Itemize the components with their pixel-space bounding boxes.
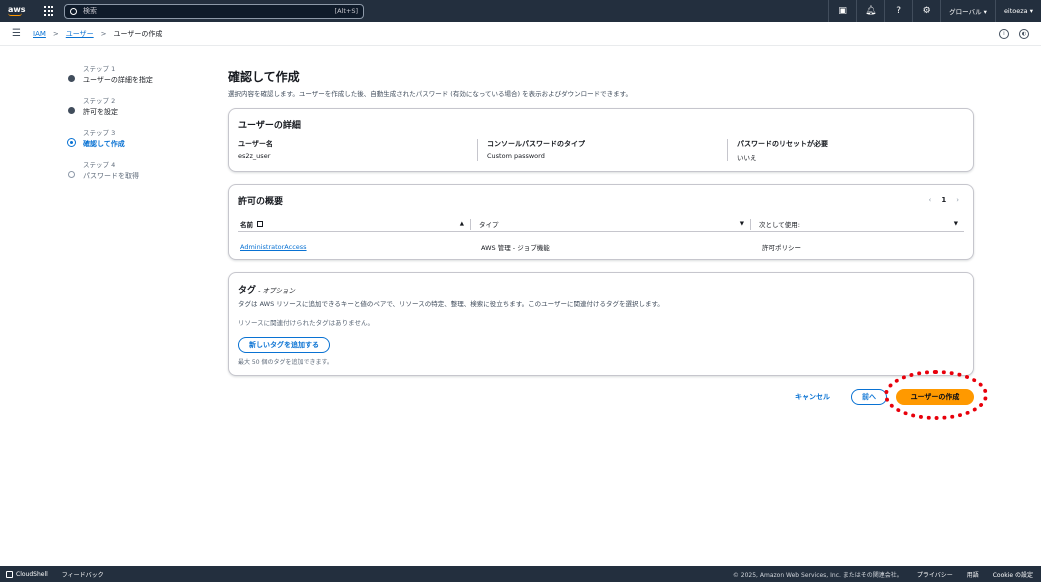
copyright-text: © 2025, Amazon Web Services, Inc. またはその関… bbox=[732, 571, 903, 579]
breadcrumb-current: ユーザーの作成 bbox=[113, 29, 163, 38]
password-type-field: コンソールパスワードのタイプ Custom password bbox=[477, 139, 585, 161]
breadcrumb-separator: > bbox=[100, 29, 107, 38]
tags-title: タグ - オプション bbox=[238, 286, 295, 296]
step-3[interactable]: ステップ 3 確認して作成 bbox=[66, 126, 206, 158]
column-header-name[interactable]: 名前 ▲ bbox=[238, 217, 470, 232]
tags-empty-text: リソースに関連付けられたタグはありません。 bbox=[238, 319, 374, 327]
breadcrumb: IAM > ユーザー > ユーザーの作成 bbox=[33, 29, 162, 39]
username-field: ユーザー名 es2z_user bbox=[238, 140, 273, 160]
permissions-summary-card: 許可の概要 ‹ 1 › 名前 ▲ タイプ ▼ 次として使用: ▼ Adminis… bbox=[228, 184, 974, 260]
policy-used-as: 許可ポリシー bbox=[762, 244, 801, 252]
cancel-button[interactable]: キャンセル bbox=[795, 392, 830, 402]
breadcrumb-separator: > bbox=[52, 29, 59, 38]
sort-asc-icon[interactable]: ▲ bbox=[460, 221, 464, 227]
user-details-title: ユーザーの詳細 bbox=[238, 121, 301, 131]
sort-desc-icon[interactable]: ▼ bbox=[954, 221, 958, 227]
external-link-icon bbox=[257, 221, 263, 227]
help-icon[interactable]: ? bbox=[884, 0, 912, 22]
step-done-icon bbox=[68, 107, 75, 114]
password-reset-field: パスワードのリセットが必要 いいえ bbox=[727, 139, 828, 162]
breadcrumb-users[interactable]: ユーザー bbox=[66, 29, 94, 39]
step-2[interactable]: ステップ 2 許可を設定 bbox=[66, 94, 206, 126]
tags-card: タグ - オプション タグは AWS リソースに追加できるキーと値のペアで、リソ… bbox=[228, 272, 974, 376]
add-tag-button[interactable]: 新しいタグを追加する bbox=[238, 337, 330, 353]
wizard-actions: キャンセル 前へ ユーザーの作成 bbox=[0, 389, 1041, 407]
step-pending-icon bbox=[68, 171, 75, 178]
policy-type: AWS 管理 - ジョブ機能 bbox=[481, 244, 550, 252]
column-header-type[interactable]: タイプ ▼ bbox=[470, 218, 750, 230]
breadcrumb-iam[interactable]: IAM bbox=[33, 30, 46, 38]
menu-icon[interactable]: ☰ bbox=[12, 28, 21, 39]
feedback-link[interactable]: フィードバック bbox=[62, 570, 104, 579]
account-menu[interactable]: eitoeza ▾ bbox=[994, 0, 1041, 22]
policy-link[interactable]: AdministratorAccess bbox=[238, 243, 479, 251]
cloudshell-link[interactable]: CloudShell bbox=[6, 570, 48, 578]
create-user-button[interactable]: ユーザーの作成 bbox=[896, 389, 974, 405]
pagination: ‹ 1 › bbox=[929, 196, 960, 204]
page-number[interactable]: 1 bbox=[941, 196, 946, 204]
aws-logo[interactable]: aws bbox=[8, 6, 30, 16]
top-navigation: aws 検索 [Alt+S] ▣ 🔔︎ ? ⚙ グローバル ▾ eitoeza … bbox=[0, 0, 1041, 22]
cloudshell-icon bbox=[6, 570, 13, 578]
page-title: 確認して作成 bbox=[228, 70, 300, 84]
search-shortcut: [Alt+S] bbox=[334, 7, 358, 15]
bell-icon[interactable]: 🔔︎ bbox=[856, 0, 884, 22]
page-description: 選択内容を確認します。ユーザーを作成した後、自動生成されたパスワード (有効にな… bbox=[228, 90, 632, 98]
region-menu[interactable]: グローバル ▾ bbox=[940, 0, 995, 22]
search-icon bbox=[70, 7, 77, 15]
gear-icon[interactable]: ⚙ bbox=[912, 0, 940, 22]
wizard-steps: ステップ 1 ユーザーの詳細を指定 ステップ 2 許可を設定 ステップ 3 確認… bbox=[66, 62, 206, 190]
step-1[interactable]: ステップ 1 ユーザーの詳細を指定 bbox=[66, 62, 206, 94]
step-4: ステップ 4 パスワードを取得 bbox=[66, 158, 206, 190]
footer-bar: CloudShell フィードバック © 2025, Amazon Web Se… bbox=[0, 566, 1041, 582]
step-current-icon bbox=[67, 138, 76, 147]
table-row: AdministratorAccess AWS 管理 - ジョブ機能 許可ポリシ… bbox=[238, 240, 964, 254]
search-placeholder: 検索 bbox=[83, 7, 97, 15]
step-done-icon bbox=[68, 75, 75, 82]
tags-limit-text: 最大 50 個のタグを追加できます。 bbox=[238, 359, 333, 366]
previous-button[interactable]: 前へ bbox=[851, 389, 887, 405]
sort-desc-icon[interactable]: ▼ bbox=[740, 221, 744, 227]
next-page-icon[interactable]: › bbox=[956, 196, 959, 204]
services-grid-icon[interactable] bbox=[44, 6, 54, 16]
table-header: 名前 ▲ タイプ ▼ 次として使用: ▼ bbox=[238, 217, 964, 232]
search-input[interactable]: 検索 [Alt+S] bbox=[64, 3, 364, 19]
terms-link[interactable]: 用語 bbox=[967, 570, 979, 579]
breadcrumb-bar: ☰ IAM > ユーザー > ユーザーの作成 i ◐ bbox=[0, 22, 1041, 46]
info-icon[interactable]: i bbox=[999, 28, 1009, 39]
privacy-link[interactable]: プライバシー bbox=[917, 570, 953, 579]
prev-page-icon[interactable]: ‹ bbox=[929, 196, 932, 204]
cloudshell-icon[interactable]: ▣ bbox=[828, 0, 856, 22]
cookie-settings-link[interactable]: Cookie の設定 bbox=[993, 570, 1033, 579]
tags-description: タグは AWS リソースに追加できるキーと値のペアで、リソースの特定、整理、検索… bbox=[238, 300, 664, 308]
user-details-card: ユーザーの詳細 ユーザー名 es2z_user コンソールパスワードのタイプ C… bbox=[228, 108, 974, 172]
column-header-used-as[interactable]: 次として使用: ▼ bbox=[750, 218, 964, 230]
settings-circle-icon[interactable]: ◐ bbox=[1019, 28, 1029, 39]
permissions-title: 許可の概要 bbox=[238, 197, 284, 207]
